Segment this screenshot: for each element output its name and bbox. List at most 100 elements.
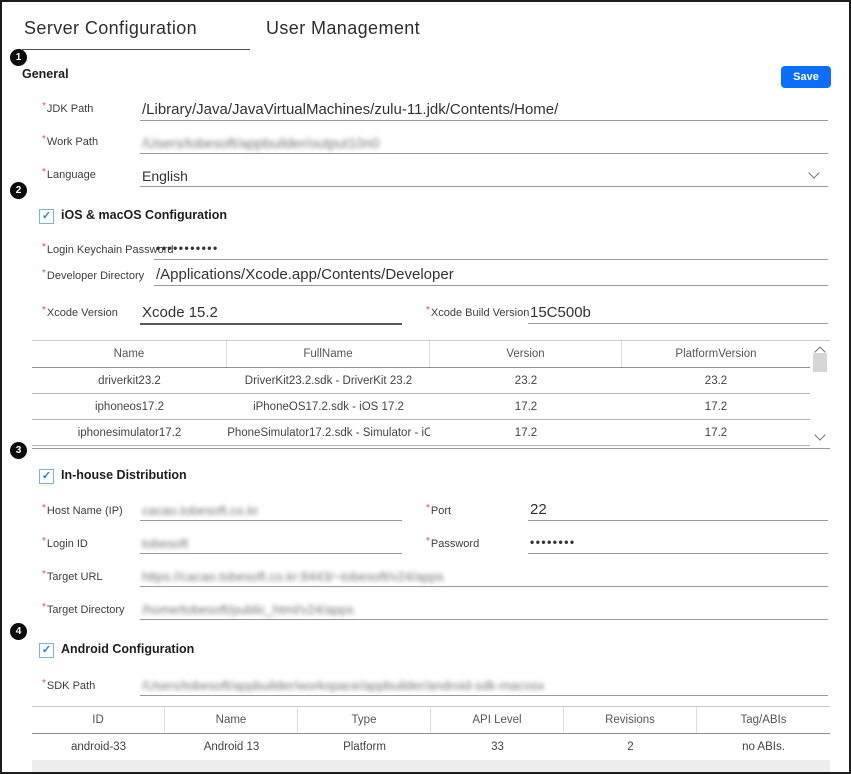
cell-tag-abis: no ABIs. (697, 734, 830, 760)
host-name-input[interactable]: cacao.tobesoft.co.kr (140, 497, 402, 521)
table-row[interactable]: iphoneos17.2 iPhoneOS17.2.sdk - iOS 17.2… (32, 394, 830, 420)
ios-macos-checkbox[interactable]: ✓ (39, 209, 54, 224)
target-directory-value: /home/tobesoft/public_html/v24/apps (142, 602, 354, 617)
cell-fullname: iPhoneSimulator17.2.sdk - Simulator - iC (227, 420, 430, 445)
cell-platformversion: 17.2 (622, 420, 810, 445)
server-configuration-page: Server Configuration User Management 1 2… (0, 0, 851, 774)
annotation-badge-1: 1 (10, 49, 27, 66)
jdk-path-value: /Library/Java/JavaVirtualMachines/zulu-1… (142, 101, 558, 118)
col-header-name[interactable]: Name (165, 707, 298, 733)
required-marker: * (42, 503, 46, 514)
col-header-type[interactable]: Type (298, 707, 431, 733)
required-marker: * (42, 134, 46, 145)
login-id-value: tobesoft (142, 536, 188, 551)
chevron-down-icon[interactable] (808, 167, 819, 178)
login-id-input[interactable]: tobesoft (140, 530, 402, 554)
developer-directory-input[interactable]: /Applications/Xcode.app/Contents/Develop… (154, 262, 828, 286)
active-tab-underline (22, 49, 250, 50)
xcode-version-value: Xcode 15.2 (142, 304, 218, 321)
cell-name: Android 13 (165, 734, 298, 760)
sdk-path-input[interactable]: /Users/tobesoft/appbuilder/workspace/app… (140, 672, 828, 696)
sdk-path-value: /Users/tobesoft/appbuilder/workspace/app… (142, 678, 545, 693)
required-marker: * (426, 536, 430, 547)
target-url-value: https://cacao.tobesoft.co.kr:8443/~tobes… (142, 569, 444, 584)
xcode-version-input[interactable]: Xcode 15.2 (140, 300, 402, 325)
cell-api-level: 33 (431, 734, 564, 760)
work-path-value: /Users/tobesoft/appbuilder/output10n0 (142, 135, 379, 151)
password-input[interactable]: •••••••• (528, 530, 828, 554)
xcode-build-version-input[interactable]: 15C500b (528, 300, 828, 324)
tab-server-configuration[interactable]: Server Configuration (24, 18, 197, 39)
table-row[interactable]: android-33 Android 13 Platform 33 2 no A… (32, 734, 830, 760)
cell-revisions: 2 (564, 734, 697, 760)
col-header-api-level[interactable]: API Level (431, 707, 564, 733)
table-row[interactable]: driverkit23.2 DriverKit23.2.sdk - Driver… (32, 368, 830, 394)
col-header-platformversion[interactable]: PlatformVersion (622, 341, 810, 367)
required-marker: * (42, 602, 46, 613)
cell-version: 17.2 (430, 420, 622, 445)
cell-version: 23.2 (430, 368, 622, 393)
target-url-label: *Target URL (42, 571, 103, 583)
inhouse-checkbox[interactable]: ✓ (39, 469, 54, 484)
scroll-down-icon[interactable] (814, 429, 825, 440)
xcode-version-label: *Xcode Version (42, 307, 118, 319)
work-path-input[interactable]: /Users/tobesoft/appbuilder/output10n0 (140, 130, 828, 154)
host-name-label: *Host Name (IP) (42, 505, 123, 517)
android-section-title: Android Configuration (61, 642, 194, 656)
sdk-path-label: *SDK Path (42, 680, 95, 692)
xcode-build-version-value: 15C500b (530, 304, 591, 321)
required-marker: * (42, 268, 46, 279)
language-select[interactable]: English (140, 163, 828, 187)
login-id-label: *Login ID (42, 538, 88, 550)
target-url-input[interactable]: https://cacao.tobesoft.co.kr:8443/~tobes… (140, 563, 828, 587)
android-platform-table: ID Name Type API Level Revisions Tag/ABI… (32, 706, 830, 762)
cell-name: driverkit23.2 (32, 368, 227, 393)
developer-directory-value: /Applications/Xcode.app/Contents/Develop… (156, 266, 454, 283)
required-marker: * (42, 101, 46, 112)
cell-type: Platform (298, 734, 431, 760)
target-directory-input[interactable]: /home/tobesoft/public_html/v24/apps (140, 596, 828, 620)
col-header-fullname[interactable]: FullName (227, 341, 430, 367)
jdk-path-input[interactable]: /Library/Java/JavaVirtualMachines/zulu-1… (140, 97, 828, 121)
annotation-badge-4: 4 (10, 623, 27, 640)
table-row[interactable]: iphonesimulator17.2 iPhoneSimulator17.2.… (32, 420, 830, 446)
work-path-label: *Work Path (42, 136, 98, 148)
android-table-header: ID Name Type API Level Revisions Tag/ABI… (32, 707, 830, 734)
cell-id: android-33 (32, 734, 165, 760)
password-value: •••••••• (530, 535, 576, 549)
col-header-version[interactable]: Version (430, 341, 622, 367)
tab-user-management[interactable]: User Management (266, 18, 420, 39)
cell-name: iphoneos17.2 (32, 394, 227, 419)
target-directory-label: *Target Directory (42, 604, 125, 616)
required-marker: * (42, 678, 46, 689)
ios-sdk-table: Name FullName Version PlatformVersion dr… (32, 340, 830, 449)
login-keychain-password-input[interactable]: ••••••••••• (154, 236, 828, 260)
language-value: English (142, 168, 188, 184)
host-name-value: cacao.tobesoft.co.kr (142, 503, 258, 518)
col-header-revisions[interactable]: Revisions (564, 707, 697, 733)
cell-platformversion: 23.2 (622, 368, 810, 393)
col-header-name[interactable]: Name (32, 341, 227, 367)
cell-name: iphonesimulator17.2 (32, 420, 227, 445)
port-input[interactable]: 22 (528, 497, 828, 521)
horizontal-scrollbar[interactable] (32, 760, 830, 773)
password-label: *Password (426, 538, 479, 550)
port-value: 22 (530, 501, 547, 518)
jdk-path-label: *JDK Path (42, 103, 93, 115)
annotation-badge-3: 3 (10, 442, 27, 459)
required-marker: * (42, 167, 46, 178)
scrollbar-thumb[interactable] (813, 353, 827, 372)
col-header-tag-abis[interactable]: Tag/ABIs (697, 707, 830, 733)
col-header-id[interactable]: ID (32, 707, 165, 733)
login-keychain-password-value: ••••••••••• (156, 241, 219, 255)
save-button[interactable]: Save (781, 66, 831, 88)
required-marker: * (42, 536, 46, 547)
android-checkbox[interactable]: ✓ (39, 643, 54, 658)
ios-macos-section-title: iOS & macOS Configuration (61, 208, 227, 222)
port-label: *Port (426, 505, 451, 517)
developer-directory-label: *Developer Directory (42, 270, 144, 282)
vertical-scrollbar[interactable] (810, 341, 830, 446)
required-marker: * (42, 305, 46, 316)
annotation-badge-2: 2 (10, 182, 27, 199)
inhouse-section-title: In-house Distribution (61, 468, 187, 482)
